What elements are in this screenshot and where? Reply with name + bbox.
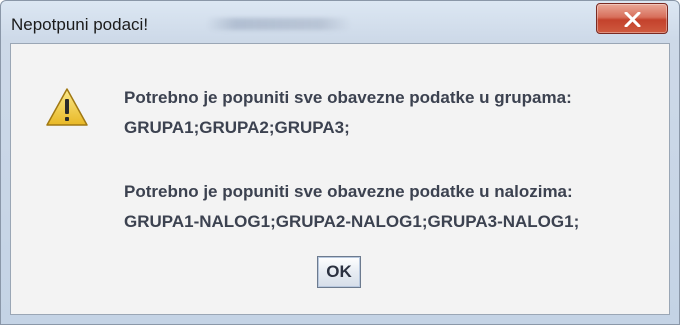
title-blurred-region: [206, 18, 351, 30]
close-x-icon: [624, 12, 641, 27]
groups-message-label: Potrebno je popuniti sve obavezne podatk…: [124, 88, 572, 107]
groups-message-value: GRUPA1;GRUPA2;GRUPA3;: [124, 118, 350, 137]
dialog-window: Nepotpuni podaci! Potrebno je popuniti s…: [0, 0, 680, 325]
close-button[interactable]: [596, 3, 668, 34]
dialog-content: Potrebno je popuniti sve obavezne podatk…: [10, 43, 670, 315]
ok-button[interactable]: OK: [317, 256, 361, 288]
window-title: Nepotpuni podaci!: [11, 15, 149, 34]
orders-message-value: GRUPA1-NALOG1;GRUPA2-NALOG1;GRUPA3-NALOG…: [124, 212, 580, 231]
title-bar[interactable]: Nepotpuni podaci!: [1, 1, 679, 43]
warning-triangle-icon: [46, 88, 88, 126]
orders-message-label: Potrebno je popuniti sve obavezne podatk…: [124, 182, 573, 201]
